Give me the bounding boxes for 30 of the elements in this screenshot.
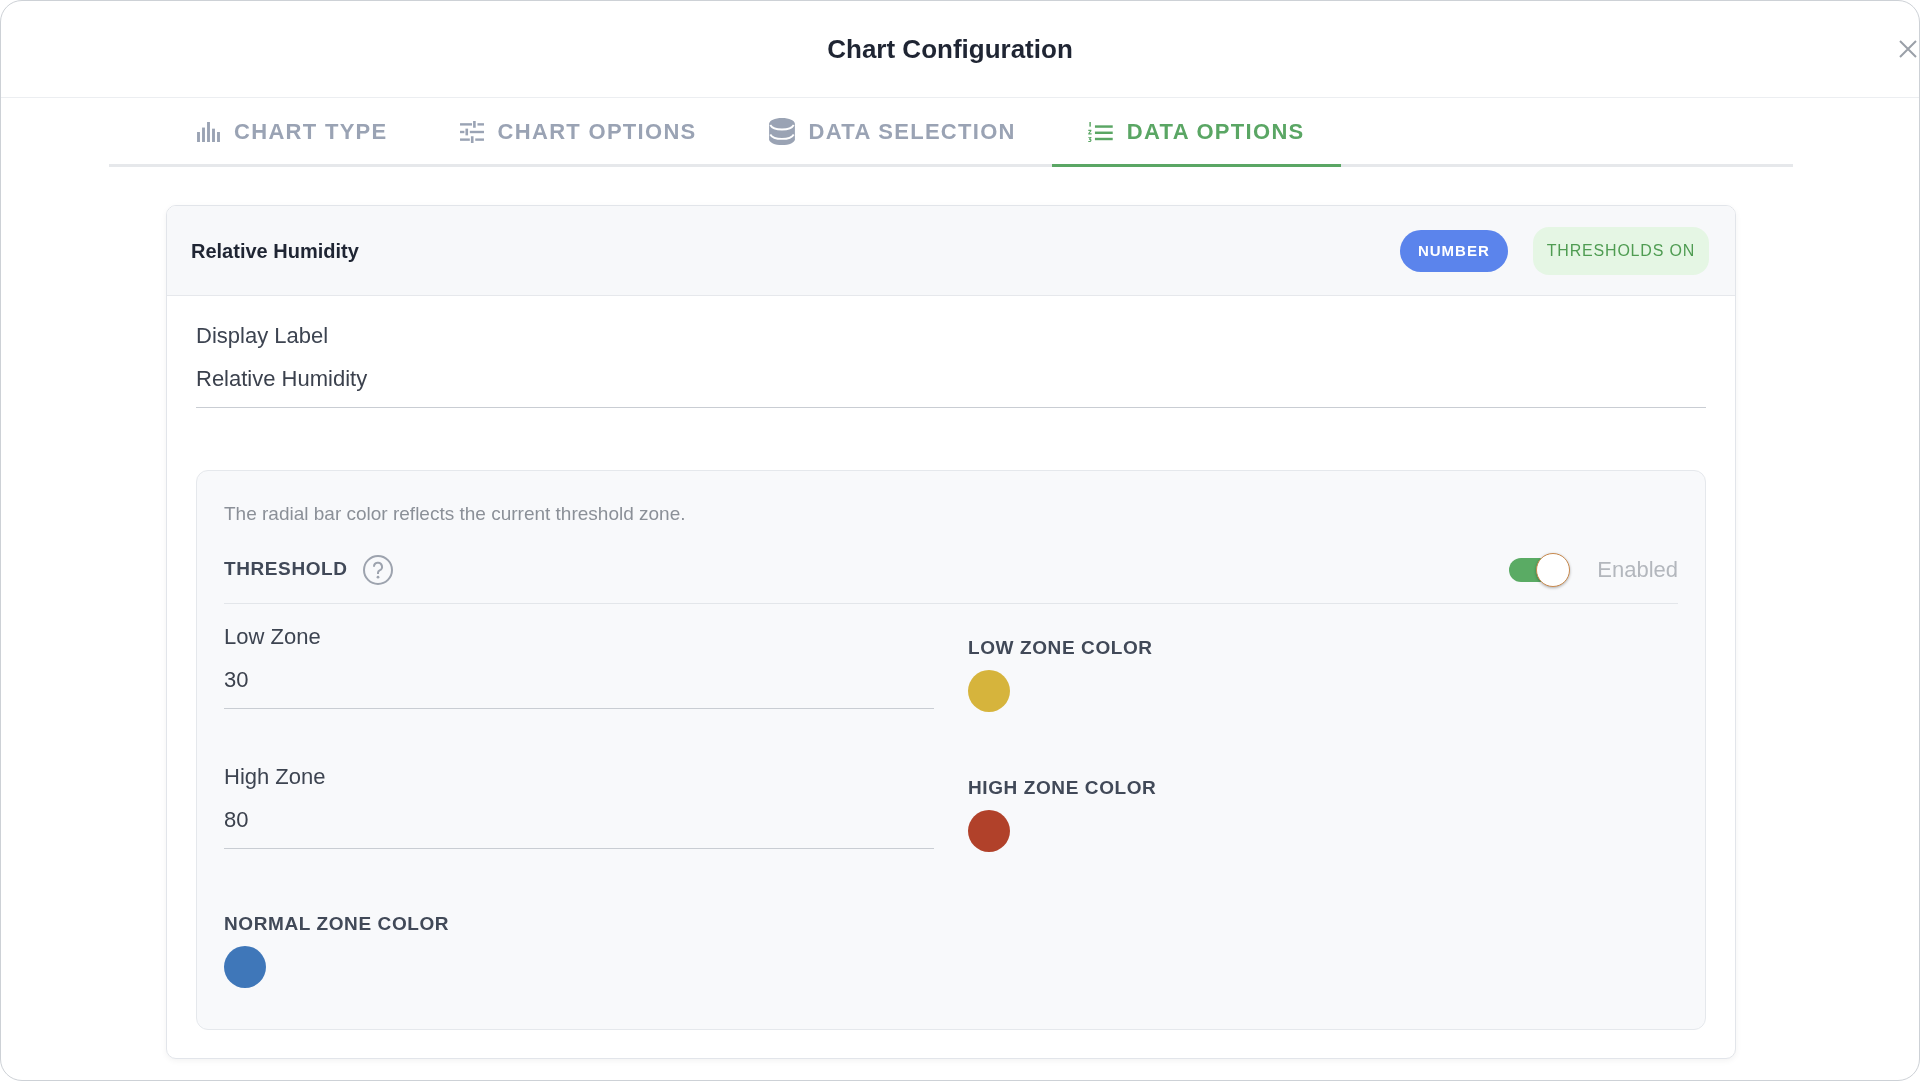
field-label: Low Zone: [224, 623, 322, 651]
bar-chart-icon: [197, 121, 220, 142]
field-label: Display Label: [196, 322, 330, 350]
series-title: Relative Humidity: [191, 238, 359, 264]
color-label: LOW ZONE COLOR: [968, 636, 1154, 660]
status-badge: THRESHOLDS ON: [1532, 226, 1709, 275]
type-badge: NUMBER: [1399, 229, 1508, 272]
text-field[interactable]: 80: [224, 798, 934, 849]
text-field[interactable]: 30: [224, 658, 934, 709]
tab[interactable]: DATA OPTIONS: [1051, 98, 1341, 167]
color-swatch-icon[interactable]: [224, 946, 266, 988]
dialog-title: Chart Configuration: [827, 33, 1073, 65]
database-icon: [768, 118, 795, 145]
color-label: HIGH ZONE COLOR: [968, 776, 1158, 800]
hint-text: The radial bar color reflects the current threshold zone.: [224, 502, 687, 526]
color-label: NORMAL ZONE COLOR: [224, 912, 451, 936]
tab[interactable]: CHART TYPE: [161, 98, 424, 167]
toggle-label: Enabled: [1597, 556, 1678, 584]
color-swatch-icon[interactable]: [968, 670, 1010, 712]
section-title: THRESHOLD: [224, 557, 348, 582]
tab[interactable]: DATA SELECTION: [732, 98, 1052, 167]
color-swatch-icon[interactable]: [968, 810, 1010, 852]
tab[interactable]: CHART OPTIONS: [423, 98, 733, 167]
help-icon[interactable]: [362, 554, 393, 585]
text-field[interactable]: Relative Humidity: [196, 357, 1706, 408]
field-label: High Zone: [224, 763, 327, 791]
numbered-list-icon: [1087, 121, 1113, 142]
sliders-icon: [459, 120, 484, 143]
close-icon: [1899, 40, 1917, 58]
close-button[interactable]: [1899, 40, 1917, 58]
